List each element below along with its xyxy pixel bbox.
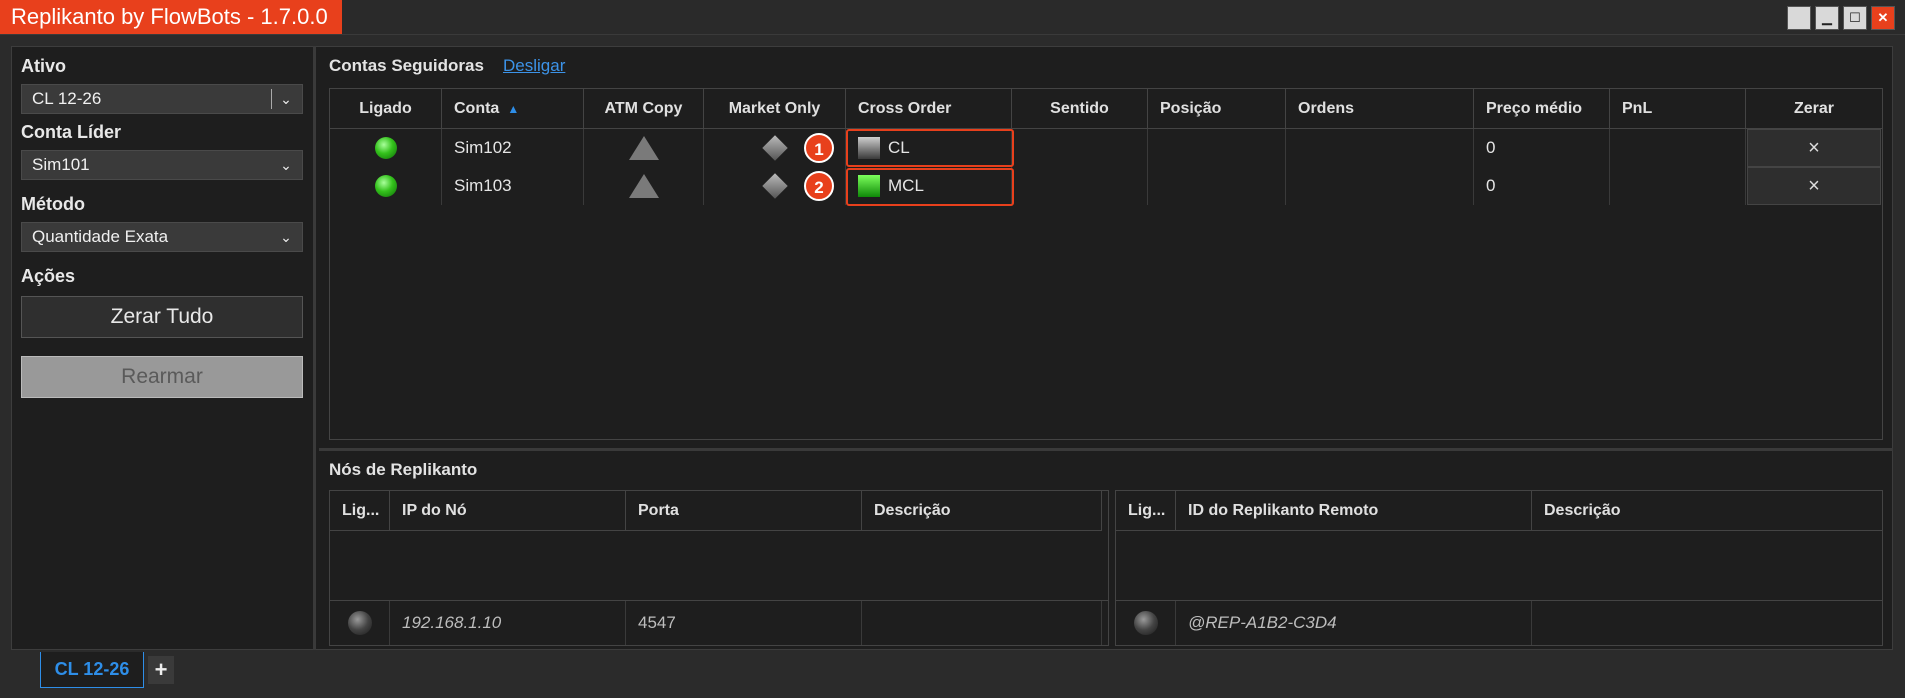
conta-lider-value: Sim101	[32, 155, 90, 174]
conta-lider-select[interactable]: Sim101 ⌄	[21, 150, 303, 180]
descricao-cell[interactable]	[1532, 601, 1882, 645]
ativo-select[interactable]: CL 12-26 ⌄	[21, 84, 303, 114]
col-sentido[interactable]: Sentido	[1012, 89, 1148, 129]
annotation-badge: 1	[804, 133, 834, 163]
metodo-label: Método	[21, 194, 85, 214]
maximize-icon[interactable]: ☐	[1843, 6, 1867, 30]
sentido-cell	[1012, 129, 1148, 167]
ativo-label: Ativo	[21, 56, 66, 76]
followers-title: Contas Seguidoras	[329, 56, 484, 75]
col-market-only[interactable]: Market Only	[704, 89, 846, 129]
chevron-down-icon[interactable]: ⌄	[274, 151, 298, 179]
title-bar: Replikanto by FlowBots - 1.7.0.0 ▁ ☐ ✕	[0, 0, 1905, 35]
nodes-title: Nós de Replikanto	[329, 460, 478, 479]
preco-medio-cell: 0	[1474, 167, 1610, 205]
grey-led-icon[interactable]	[1134, 611, 1158, 635]
atm-cell	[584, 129, 704, 167]
add-tab-button[interactable]: +	[148, 656, 174, 684]
chevron-down-icon[interactable]: ⌄	[274, 85, 298, 113]
col-posicao[interactable]: Posição	[1148, 89, 1286, 129]
atm-cell	[584, 167, 704, 205]
select-separator	[271, 89, 272, 109]
minimize-icon[interactable]: ▁	[1815, 6, 1839, 30]
zerar-row-button[interactable]: ×	[1747, 167, 1881, 205]
tab-cl-12-26[interactable]: CL 12-26	[40, 652, 144, 688]
sentido-cell	[1012, 167, 1148, 205]
conta-cell: Sim103	[442, 167, 584, 205]
metodo-value: Quantidade Exata	[32, 227, 169, 246]
pnl-cell	[1610, 129, 1746, 167]
col-lig[interactable]: Lig...	[1116, 491, 1176, 531]
col-remote-id[interactable]: ID do Replikanto Remoto	[1176, 491, 1532, 531]
grey-led-icon[interactable]	[348, 611, 372, 635]
green-led-icon[interactable]	[375, 137, 397, 159]
col-ordens[interactable]: Ordens	[1286, 89, 1474, 129]
remote-nodes-table: Lig... ID do Replikanto Remoto Descrição…	[1115, 490, 1883, 646]
triangle-icon[interactable]	[629, 174, 659, 198]
posicao-cell	[1148, 129, 1286, 167]
lig-cell	[1116, 601, 1176, 645]
col-conta-label: Conta	[454, 100, 500, 117]
rearmar-button[interactable]: Rearmar	[21, 356, 303, 398]
close-icon[interactable]: ✕	[1871, 6, 1895, 30]
lig-cell	[330, 601, 390, 645]
col-descricao[interactable]: Descrição	[1532, 491, 1882, 531]
green-led-icon[interactable]	[375, 175, 397, 197]
diamond-icon[interactable]	[762, 135, 788, 161]
highlight-box	[846, 168, 1014, 206]
acoes-label: Ações	[21, 266, 76, 286]
metodo-select[interactable]: Quantidade Exata ⌄	[21, 222, 303, 252]
ordens-cell	[1286, 167, 1474, 205]
ligado-cell	[330, 167, 442, 205]
col-zerar[interactable]: Zerar	[1746, 89, 1882, 129]
right-panel: Contas Seguidoras Desligar Ligado Conta ▲…	[319, 46, 1893, 650]
col-porta[interactable]: Porta	[626, 491, 862, 531]
left-panel: Ativo CL 12-26 ⌄ Conta Líder Sim101 ⌄ Mé…	[11, 46, 316, 650]
remote-id-cell[interactable]: @REP-A1B2-C3D4	[1176, 601, 1532, 645]
col-ip[interactable]: IP do Nó	[390, 491, 626, 531]
zerar-row-button[interactable]: ×	[1747, 129, 1881, 167]
col-lig[interactable]: Lig...	[330, 491, 390, 531]
followers-table: Ligado Conta ▲ ATM Copy Market Only Cross…	[329, 88, 1883, 440]
ligado-cell	[330, 129, 442, 167]
triangle-icon[interactable]	[629, 136, 659, 160]
col-ligado[interactable]: Ligado	[330, 89, 442, 129]
disconnect-link[interactable]: Desligar	[503, 56, 565, 76]
local-nodes-table: Lig... IP do Nó Porta Descrição 192.168.…	[329, 490, 1109, 646]
col-descricao[interactable]: Descrição	[862, 491, 1102, 531]
window-title: Replikanto by FlowBots - 1.7.0.0	[0, 0, 342, 34]
ordens-cell	[1286, 129, 1474, 167]
col-preco-medio[interactable]: Preço médio	[1474, 89, 1610, 129]
conta-lider-label: Conta Líder	[21, 122, 122, 142]
col-cross-order[interactable]: Cross Order	[846, 89, 1012, 129]
chevron-down-icon[interactable]: ⌄	[274, 223, 298, 251]
col-pnl[interactable]: PnL	[1610, 89, 1746, 129]
porta-cell[interactable]: 4547	[626, 601, 862, 645]
col-conta[interactable]: Conta ▲	[442, 89, 584, 129]
sort-asc-icon: ▲	[507, 102, 520, 116]
preco-medio-cell: 0	[1474, 129, 1610, 167]
pnl-cell	[1610, 167, 1746, 205]
annotation-badge: 2	[804, 171, 834, 201]
descricao-cell[interactable]	[862, 601, 1102, 645]
ativo-value: CL 12-26	[32, 89, 102, 108]
highlight-box	[846, 129, 1014, 167]
restore-icon[interactable]	[1787, 6, 1811, 30]
section-divider[interactable]	[319, 448, 1893, 451]
diamond-icon[interactable]	[762, 173, 788, 199]
conta-cell: Sim102	[442, 129, 584, 167]
col-atm-copy[interactable]: ATM Copy	[584, 89, 704, 129]
zerar-tudo-button[interactable]: Zerar Tudo	[21, 296, 303, 338]
ip-cell[interactable]: 192.168.1.10	[390, 601, 626, 645]
posicao-cell	[1148, 167, 1286, 205]
